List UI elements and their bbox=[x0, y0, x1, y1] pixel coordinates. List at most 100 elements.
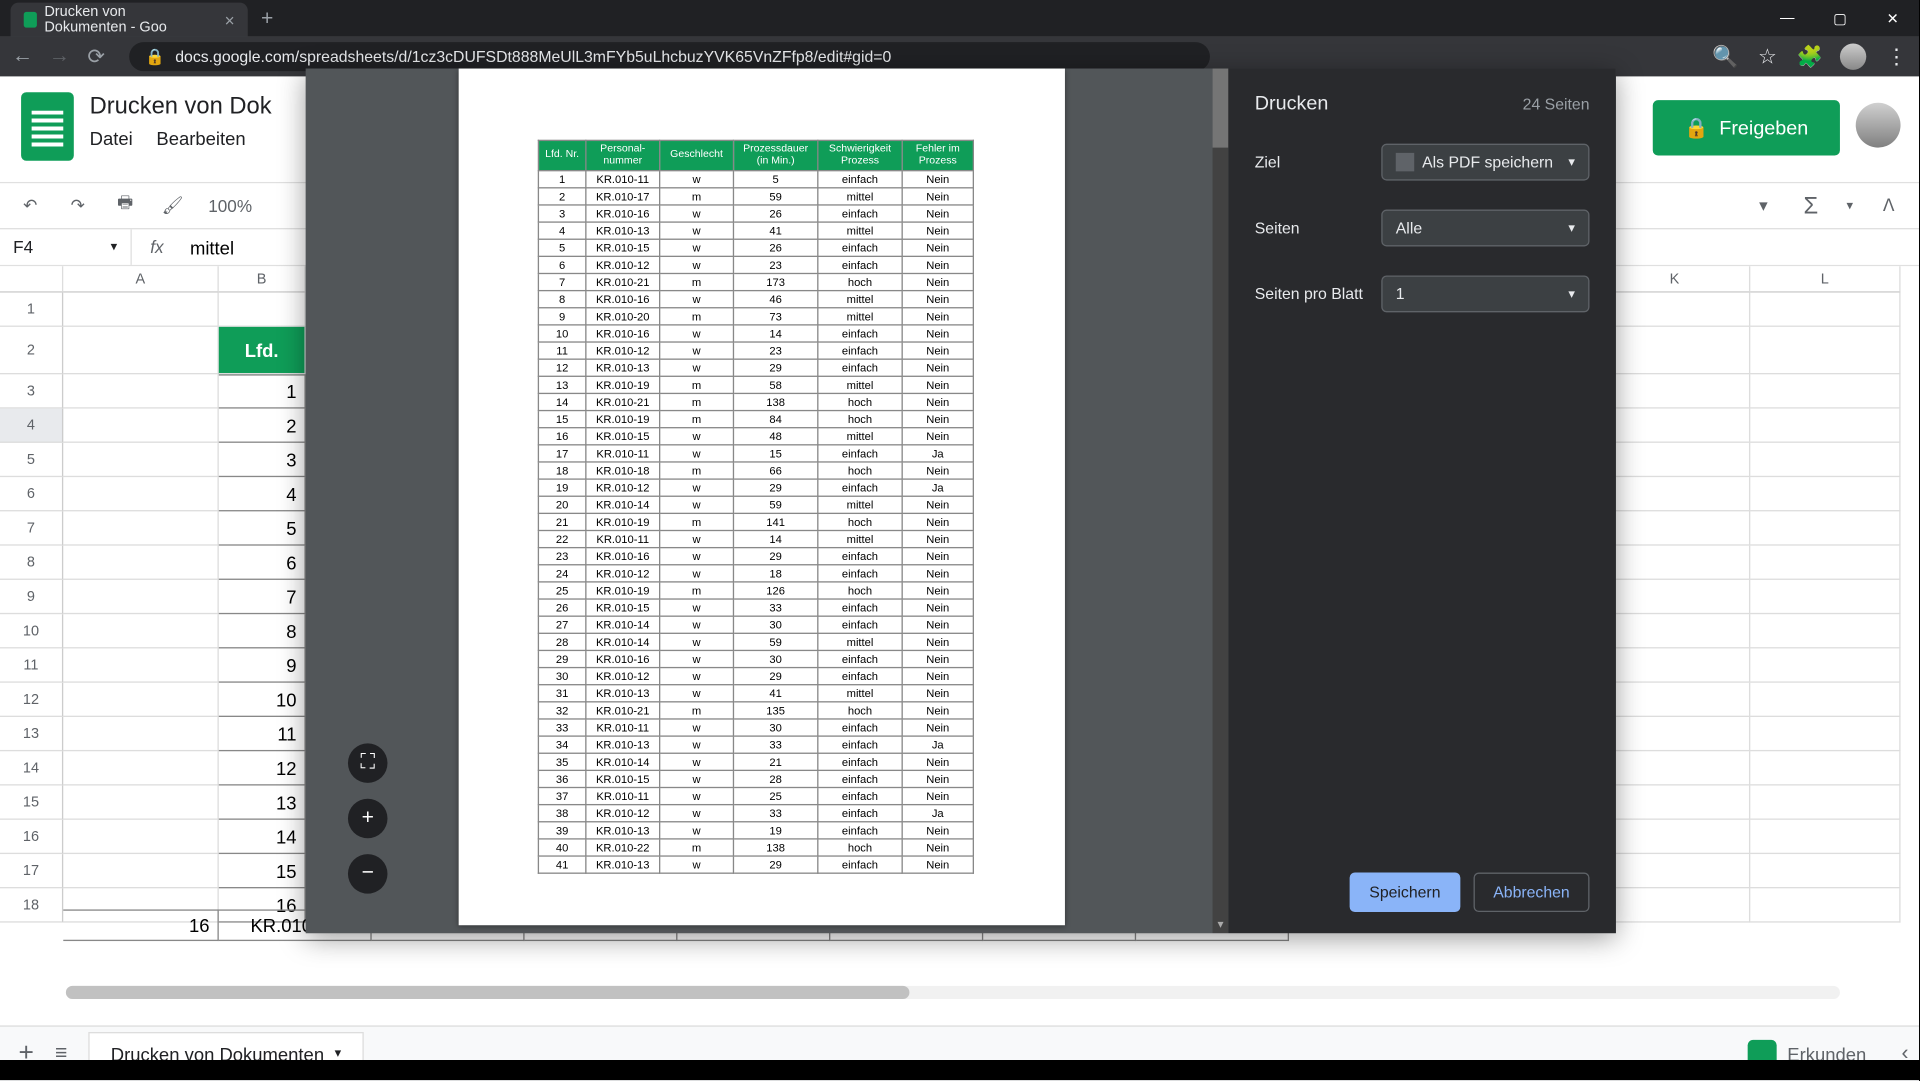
cell[interactable] bbox=[1750, 293, 1900, 327]
cell[interactable] bbox=[1750, 717, 1900, 751]
row-header[interactable]: 1 bbox=[0, 293, 63, 327]
paint-format-icon[interactable]: 🖌 bbox=[161, 194, 185, 218]
fx-value[interactable]: mittel bbox=[182, 237, 242, 258]
row-header[interactable]: 7 bbox=[0, 511, 63, 545]
cell[interactable] bbox=[1600, 820, 1750, 854]
select-all-corner[interactable] bbox=[0, 266, 63, 292]
horizontal-scrollbar[interactable] bbox=[66, 986, 1840, 999]
chevron-down-icon[interactable]: ▾ bbox=[1846, 198, 1853, 212]
cell[interactable] bbox=[63, 293, 219, 327]
cell[interactable] bbox=[1750, 786, 1900, 820]
cell[interactable] bbox=[1750, 614, 1900, 648]
cell[interactable]: 11 bbox=[219, 717, 306, 751]
row-header[interactable]: 17 bbox=[0, 854, 63, 888]
cell[interactable]: 1 bbox=[219, 374, 306, 408]
cell[interactable] bbox=[1750, 751, 1900, 785]
cell[interactable]: 7 bbox=[219, 580, 306, 614]
col-header-l[interactable]: L bbox=[1750, 266, 1900, 292]
star-icon[interactable]: ☆ bbox=[1756, 45, 1780, 69]
cell[interactable]: 9 bbox=[219, 648, 306, 682]
cell[interactable] bbox=[1750, 327, 1900, 374]
scroll-down-icon[interactable]: ▾ bbox=[1213, 917, 1229, 933]
menu-file[interactable]: Datei bbox=[90, 128, 133, 149]
undo-icon[interactable]: ↶ bbox=[18, 194, 42, 218]
cell[interactable] bbox=[1600, 477, 1750, 511]
cell[interactable]: 2 bbox=[219, 409, 306, 443]
cell[interactable] bbox=[63, 580, 219, 614]
cell[interactable] bbox=[1600, 580, 1750, 614]
menu-edit[interactable]: Bearbeiten bbox=[156, 128, 245, 149]
row-header[interactable]: 6 bbox=[0, 477, 63, 511]
document-title[interactable]: Drucken von Dok bbox=[90, 92, 272, 120]
col-header-a[interactable]: A bbox=[63, 266, 219, 292]
collapse-toolbar-icon[interactable]: ᐱ bbox=[1877, 194, 1901, 218]
zoom-in-icon[interactable]: + bbox=[348, 799, 388, 839]
row-header[interactable]: 15 bbox=[0, 786, 63, 820]
cell[interactable] bbox=[1600, 374, 1750, 408]
cell[interactable] bbox=[63, 409, 219, 443]
cell[interactable]: 16 bbox=[63, 909, 219, 941]
cell[interactable] bbox=[219, 293, 306, 327]
scrollbar-thumb[interactable] bbox=[1213, 69, 1229, 148]
cell[interactable] bbox=[1600, 511, 1750, 545]
cell[interactable] bbox=[1600, 751, 1750, 785]
per-sheet-select[interactable]: 1 ▾ bbox=[1381, 275, 1589, 312]
row-header[interactable]: 5 bbox=[0, 443, 63, 477]
cell[interactable] bbox=[63, 327, 219, 374]
cell[interactable] bbox=[1600, 683, 1750, 717]
col-header-b[interactable]: B bbox=[219, 266, 306, 292]
cell[interactable] bbox=[1750, 580, 1900, 614]
cell[interactable]: Lfd. bbox=[219, 327, 306, 374]
cell[interactable] bbox=[1600, 786, 1750, 820]
cell[interactable] bbox=[63, 717, 219, 751]
cell[interactable]: 12 bbox=[219, 751, 306, 785]
cell[interactable] bbox=[1600, 409, 1750, 443]
cell[interactable] bbox=[1750, 683, 1900, 717]
row-header[interactable]: 16 bbox=[0, 820, 63, 854]
new-tab-button[interactable]: + bbox=[248, 3, 287, 37]
cell[interactable] bbox=[1750, 854, 1900, 888]
cell[interactable] bbox=[63, 854, 219, 888]
cell[interactable] bbox=[1600, 293, 1750, 327]
cell[interactable] bbox=[63, 374, 219, 408]
window-close-icon[interactable]: ✕ bbox=[1866, 0, 1919, 37]
cell[interactable] bbox=[63, 683, 219, 717]
cancel-button[interactable]: Abbrechen bbox=[1473, 873, 1589, 913]
zoom-out-icon[interactable]: − bbox=[348, 854, 388, 894]
cell[interactable] bbox=[1750, 409, 1900, 443]
row-header[interactable]: 2 bbox=[0, 327, 63, 374]
cell[interactable] bbox=[1600, 327, 1750, 374]
row-header[interactable]: 12 bbox=[0, 683, 63, 717]
cell[interactable] bbox=[63, 546, 219, 580]
cell[interactable] bbox=[1600, 888, 1750, 922]
preview-scrollbar[interactable]: ▾ bbox=[1213, 69, 1229, 934]
cell[interactable] bbox=[1600, 443, 1750, 477]
col-header-k[interactable]: K bbox=[1600, 266, 1750, 292]
cell[interactable] bbox=[63, 820, 219, 854]
row-header[interactable]: 9 bbox=[0, 580, 63, 614]
cell[interactable] bbox=[1750, 511, 1900, 545]
cell[interactable] bbox=[1750, 477, 1900, 511]
window-maximize-icon[interactable]: ▢ bbox=[1814, 0, 1867, 37]
destination-select[interactable]: Als PDF speichern ▾ bbox=[1381, 144, 1589, 181]
back-icon[interactable]: ← bbox=[11, 45, 35, 69]
cell[interactable] bbox=[63, 511, 219, 545]
row-header[interactable]: 11 bbox=[0, 648, 63, 682]
cell[interactable] bbox=[1600, 614, 1750, 648]
cell[interactable] bbox=[1750, 374, 1900, 408]
forward-icon[interactable]: → bbox=[47, 45, 71, 69]
cell[interactable] bbox=[63, 751, 219, 785]
cell[interactable]: 14 bbox=[219, 820, 306, 854]
chrome-menu-icon[interactable]: ⋮ bbox=[1885, 45, 1909, 69]
row-header[interactable]: 8 bbox=[0, 546, 63, 580]
cell[interactable] bbox=[63, 648, 219, 682]
cell[interactable]: 10 bbox=[219, 683, 306, 717]
cell[interactable]: 4 bbox=[219, 477, 306, 511]
cell[interactable] bbox=[1750, 648, 1900, 682]
redo-icon[interactable]: ↷ bbox=[66, 194, 90, 218]
row-header[interactable]: 10 bbox=[0, 614, 63, 648]
functions-icon[interactable]: Σ bbox=[1799, 194, 1823, 218]
cell[interactable] bbox=[1600, 717, 1750, 751]
cell[interactable]: 3 bbox=[219, 443, 306, 477]
row-header[interactable]: 14 bbox=[0, 751, 63, 785]
